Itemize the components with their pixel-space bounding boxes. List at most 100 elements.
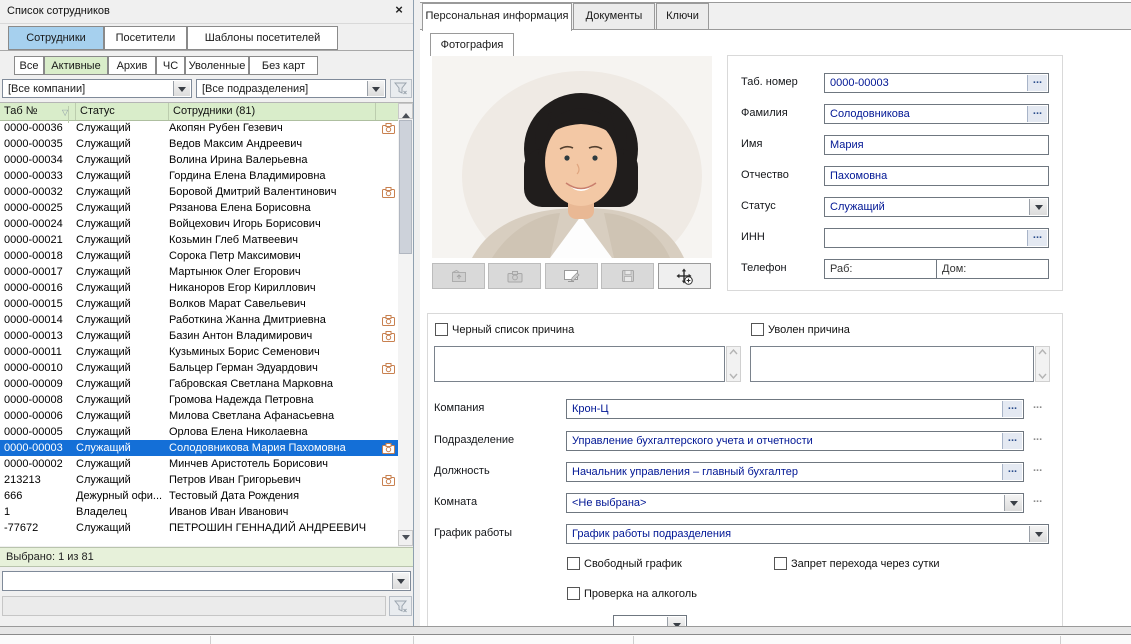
table-row[interactable]: 0000-00016СлужащийНиканоров Егор Кирилло… <box>0 280 398 296</box>
inn-field[interactable]: ... <box>824 228 1049 248</box>
tab-keys[interactable]: Ключи <box>656 3 709 30</box>
schedule-select[interactable]: График работы подразделения <box>566 524 1049 544</box>
department-filter-select[interactable]: [Все подразделения] <box>196 79 386 98</box>
dismissed-spinner[interactable] <box>1035 346 1050 382</box>
chevron-down-icon[interactable] <box>367 81 384 96</box>
phone-work-field[interactable]: Раб: <box>824 259 937 279</box>
table-row[interactable]: 0000-00024СлужащийВойцехович Игорь Борис… <box>0 216 398 232</box>
filter-tab-archive[interactable]: Архив <box>108 56 156 75</box>
dismissed-reason-textarea[interactable] <box>750 346 1034 382</box>
tab-visitor-templates[interactable]: Шаблоны посетителей <box>187 26 338 50</box>
table-row[interactable]: 0000-00025СлужащийРязанова Елена Борисов… <box>0 200 398 216</box>
table-row[interactable]: 0000-00002СлужащийМинчев Аристотель Бори… <box>0 456 398 472</box>
assign-photo-button[interactable] <box>658 263 711 289</box>
table-row[interactable]: 0000-00015СлужащийВолков Марат Савельеви… <box>0 296 398 312</box>
ellipsis-button[interactable]: ... <box>1002 464 1022 480</box>
tab-number-field[interactable]: 0000-00003 ... <box>824 73 1049 93</box>
close-icon[interactable]: × <box>391 2 407 18</box>
column-header-employees[interactable]: Сотрудники (81) <box>169 103 376 120</box>
background-window-strip <box>0 626 1131 644</box>
position-field[interactable]: Начальник управления – главный бухгалтер… <box>566 462 1024 482</box>
apply-filter-button[interactable] <box>389 596 412 616</box>
blacklist-checkbox[interactable] <box>435 323 448 336</box>
table-row[interactable]: 0000-00035СлужащийВедов Максим Андреевич <box>0 136 398 152</box>
chevron-down-icon[interactable] <box>1029 526 1047 542</box>
company-filter-select[interactable]: [Все компании] <box>2 79 192 98</box>
ellipsis-button[interactable]: ... <box>1027 230 1047 246</box>
table-row[interactable]: 213213СлужащийПетров Иван Григорьевич <box>0 472 398 488</box>
middle-name-field[interactable]: Пахомовна <box>824 166 1049 186</box>
edit-photo-button[interactable] <box>545 263 598 289</box>
tab-visitors[interactable]: Посетители <box>104 26 187 50</box>
table-row[interactable]: 666Дежурный офи...Тестовый Дата Рождения <box>0 488 398 504</box>
save-photo-button[interactable] <box>601 263 654 289</box>
filter-tab-all[interactable]: Все <box>14 56 44 75</box>
ellipsis-button[interactable]: ... <box>1002 401 1022 417</box>
tab-employees[interactable]: Сотрудники <box>8 26 104 50</box>
ellipsis-button[interactable]: ... <box>1002 433 1022 449</box>
table-row[interactable]: 0000-00003СлужащийСолодовникова Мария Па… <box>0 440 398 456</box>
monitor-edit-icon <box>563 269 580 283</box>
room-more-button[interactable]: ... <box>1033 493 1042 505</box>
blacklist-reason-textarea[interactable] <box>434 346 725 382</box>
clear-filter-button[interactable] <box>390 79 412 98</box>
status-select[interactable]: Служащий <box>824 197 1049 217</box>
chevron-down-icon[interactable] <box>1004 495 1022 511</box>
chevron-down-icon[interactable] <box>1029 199 1047 215</box>
table-row[interactable]: 0000-00013СлужащийБазин Антон Владимиров… <box>0 328 398 344</box>
room-select[interactable]: <Не выбрана> <box>566 493 1024 513</box>
quick-search-select[interactable] <box>2 571 411 591</box>
last-name-field[interactable]: Солодовникова ... <box>824 104 1049 124</box>
table-row[interactable]: 0000-00021СлужащийКозьмин Глеб Матвеевич <box>0 232 398 248</box>
phone-home-field[interactable]: Дом: <box>936 259 1049 279</box>
chevron-down-icon[interactable] <box>667 617 685 626</box>
company-field[interactable]: Крон-Ц ... <box>566 399 1024 419</box>
company-more-button[interactable]: ... <box>1033 399 1042 411</box>
chevron-down-icon[interactable] <box>392 573 409 589</box>
extra-combo-partial[interactable] <box>613 615 687 626</box>
filter-tab-active[interactable]: Активные <box>44 56 108 75</box>
filter-tab-no-cards[interactable]: Без карт <box>249 56 318 75</box>
table-header[interactable]: Таб № Статус Сотрудники (81) ▽ <box>0 103 398 121</box>
blacklist-spinner[interactable] <box>726 346 741 382</box>
scrollbar-thumb[interactable] <box>399 120 412 254</box>
alcohol-check-checkbox[interactable] <box>567 587 580 600</box>
filter-tab-blacklist[interactable]: ЧС <box>156 56 185 75</box>
ellipsis-button[interactable]: ... <box>1027 75 1047 91</box>
no-midnight-cross-checkbox[interactable] <box>774 557 787 570</box>
table-row[interactable]: 0000-00011СлужащийКузьминых Борис Семено… <box>0 344 398 360</box>
tab-personal-info[interactable]: Персональная информация <box>422 3 572 31</box>
ellipsis-button[interactable]: ... <box>1027 106 1047 122</box>
free-schedule-checkbox[interactable] <box>567 557 580 570</box>
department-more-button[interactable]: ... <box>1033 431 1042 443</box>
table-row[interactable]: 0000-00036СлужащийАкопян Рубен Гезевич <box>0 120 398 136</box>
filter-text-input[interactable] <box>2 596 386 616</box>
table-row[interactable]: 0000-00033СлужащийГордина Елена Владимир… <box>0 168 398 184</box>
table-row[interactable]: 0000-00032СлужащийБоровой Дмитрий Валент… <box>0 184 398 200</box>
load-photo-button[interactable] <box>432 263 485 289</box>
capture-photo-button[interactable] <box>488 263 541 289</box>
first-name-field[interactable]: Мария <box>824 135 1049 155</box>
table-row[interactable]: 0000-00005СлужащийОрлова Елена Николаевн… <box>0 424 398 440</box>
table-row[interactable]: 0000-00034СлужащийВолина Ирина Валерьевн… <box>0 152 398 168</box>
dismissed-checkbox[interactable] <box>751 323 764 336</box>
table-row[interactable]: 1ВладелецИванов Иван Иванович <box>0 504 398 520</box>
column-header-photo[interactable] <box>376 103 398 120</box>
tab-documents[interactable]: Документы <box>573 3 655 30</box>
chevron-down-icon[interactable] <box>173 81 190 96</box>
table-row[interactable]: 0000-00009СлужащийГабровская Светлана Ма… <box>0 376 398 392</box>
department-field[interactable]: Управление бухгалтерского учета и отчетн… <box>566 431 1024 451</box>
filter-tab-dismissed[interactable]: Уволенные <box>185 56 249 75</box>
table-row[interactable]: 0000-00014СлужащийРаботкина Жанна Дмитри… <box>0 312 398 328</box>
table-row[interactable]: -77672СлужащийПЕТРОШИН ГЕННАДИЙ АНДРЕЕВИ… <box>0 520 398 536</box>
column-header-status[interactable]: Статус <box>76 103 169 120</box>
scroll-up-button[interactable] <box>398 103 413 119</box>
table-row[interactable]: 0000-00006СлужащийМилова Светлана Афанас… <box>0 408 398 424</box>
table-row[interactable]: 0000-00018СлужащийСорока Петр Максимович <box>0 248 398 264</box>
table-row[interactable]: 0000-00017СлужащийМартынюк Олег Егорович <box>0 264 398 280</box>
tab-photo[interactable]: Фотография <box>430 33 514 56</box>
table-row[interactable]: 0000-00008СлужащийГромова Надежда Петров… <box>0 392 398 408</box>
table-row[interactable]: 0000-00010СлужащийБальцер Герман Эдуардо… <box>0 360 398 376</box>
position-more-button[interactable]: ... <box>1033 462 1042 474</box>
scroll-down-button[interactable] <box>398 530 413 546</box>
